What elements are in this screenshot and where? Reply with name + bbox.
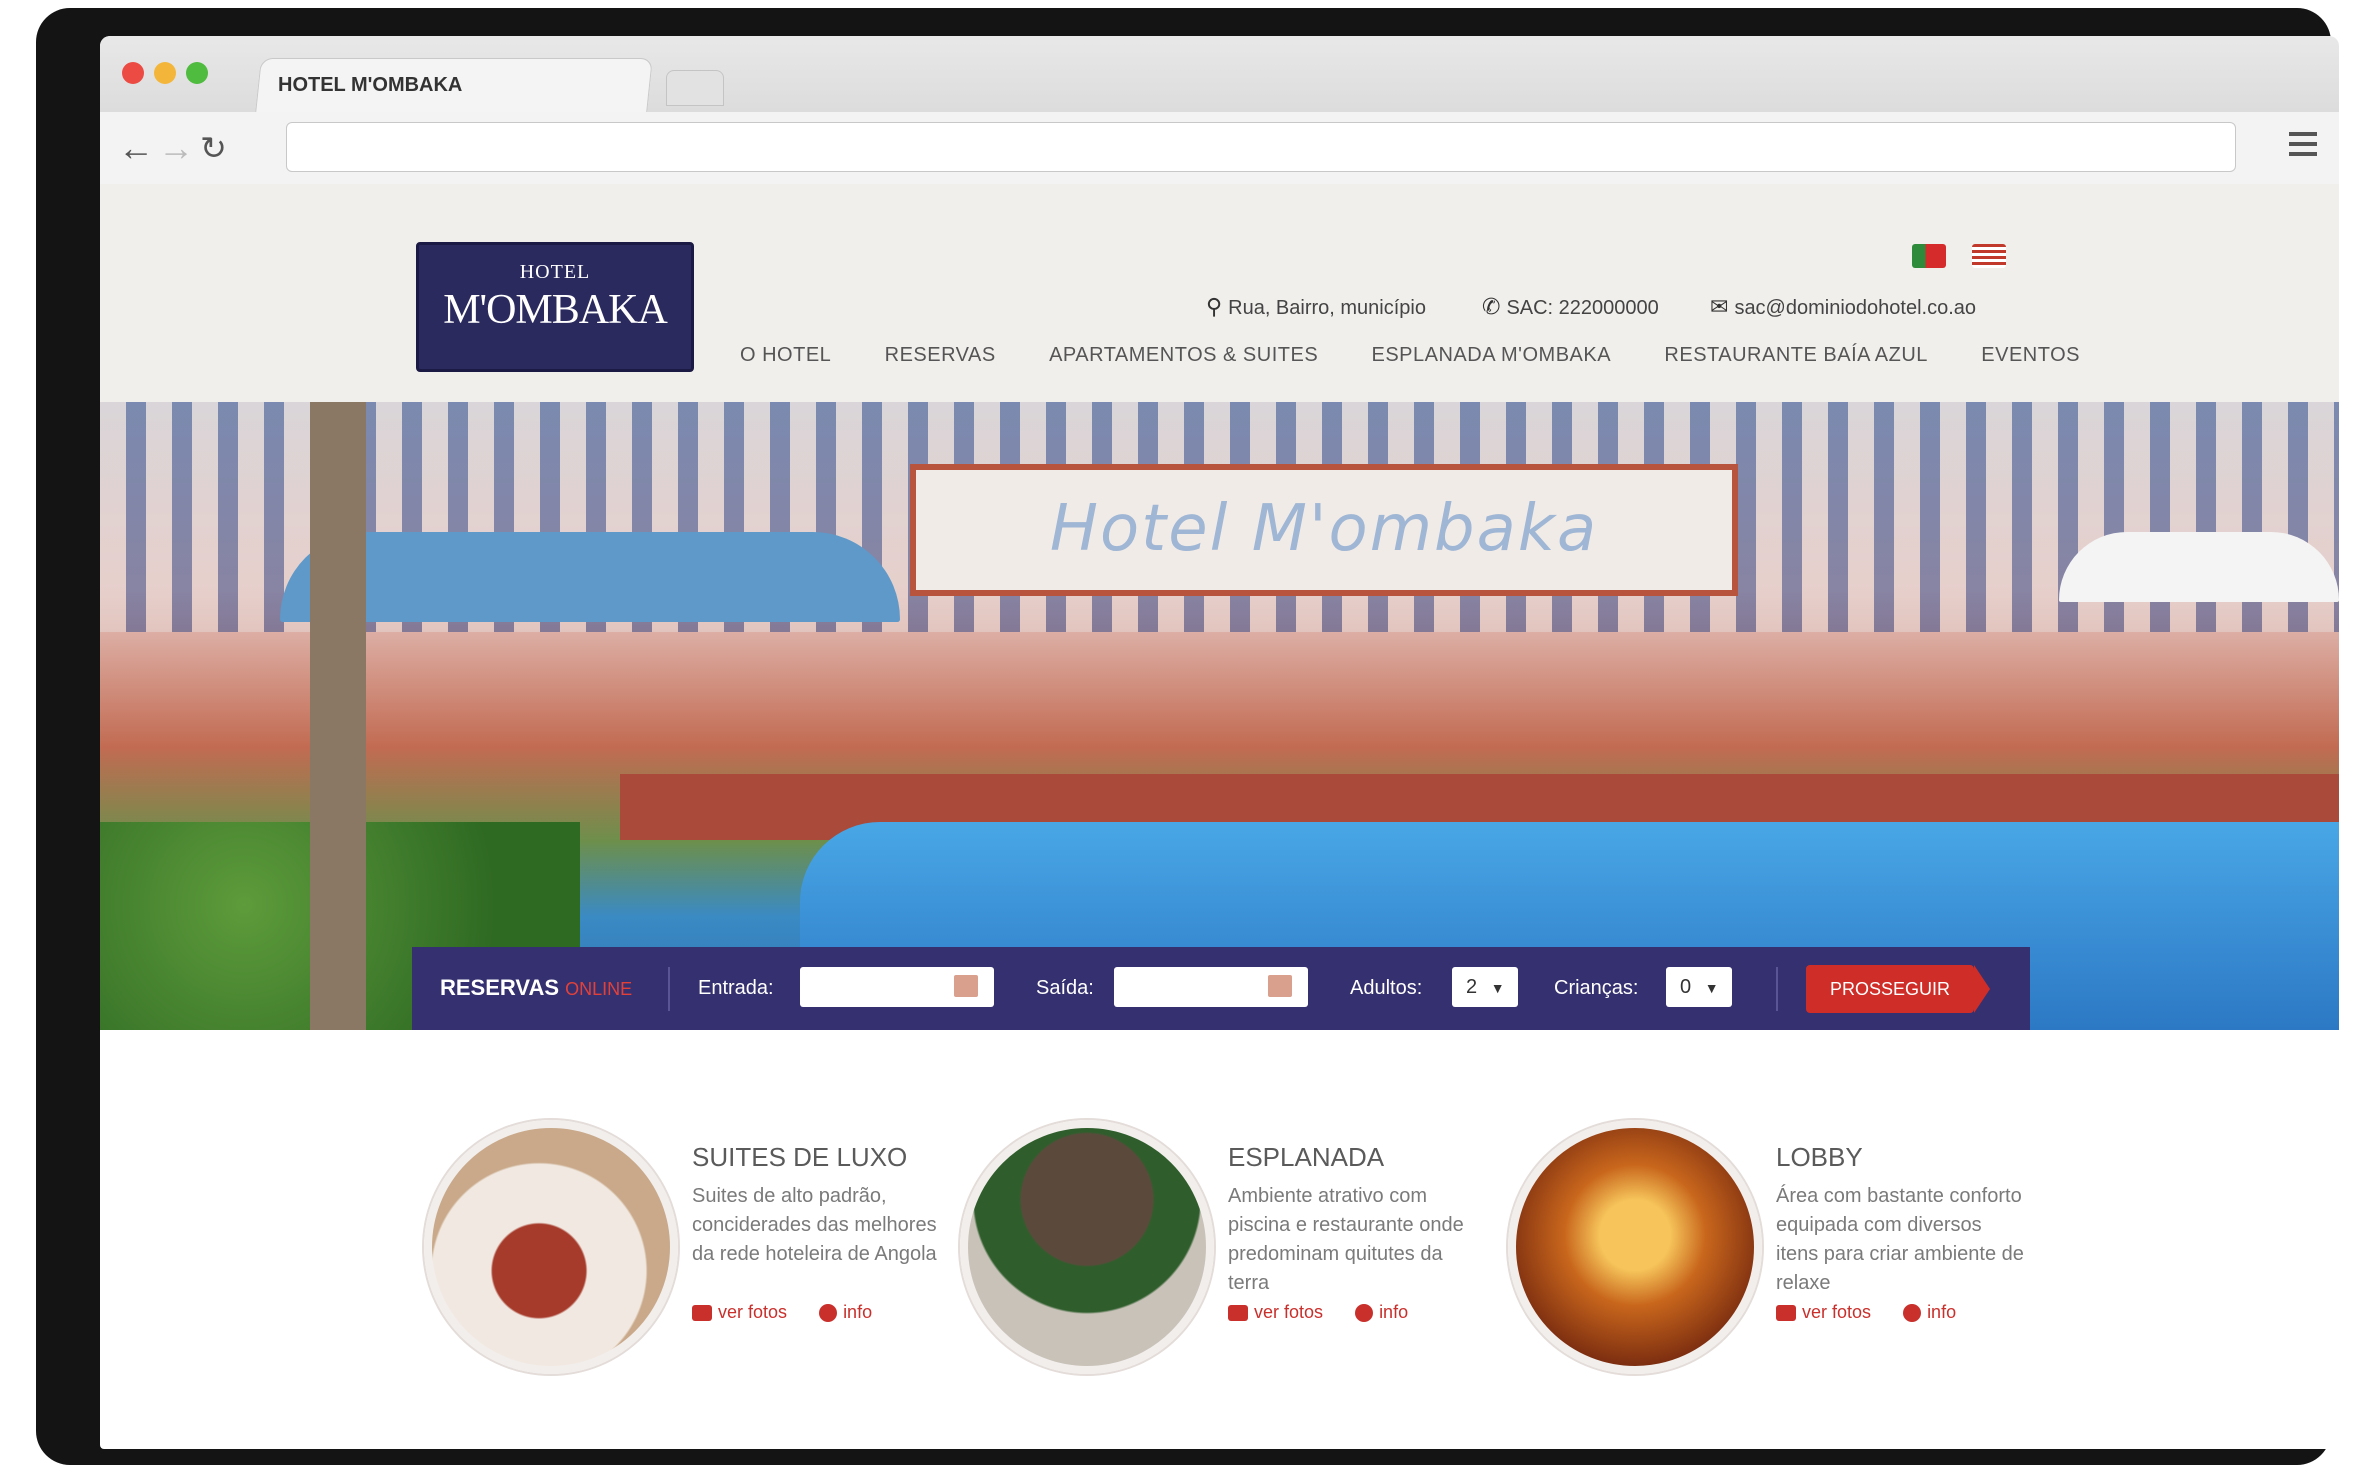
camera-icon: [692, 1305, 712, 1322]
info-link[interactable]: info: [843, 1302, 872, 1322]
device-frame: HOTEL M'OMBAKA ← → ↻ HOTEL M'OMBAKA ⚲ Rua…: [36, 8, 2339, 1465]
nav-item-esplanada[interactable]: ESPLANADA M'OMBAKA: [1372, 344, 1612, 367]
phone-icon: ✆: [1482, 294, 1501, 319]
minimize-window-button[interactable]: [154, 62, 176, 84]
feature-description: Ambiente atrativo com piscina e restaura…: [1228, 1185, 1464, 1294]
feature-esplanada: ESPLANADA Ambiente atrativo com piscina …: [960, 1120, 1520, 1380]
info-icon: [819, 1304, 838, 1323]
feature-links: ver fotos info: [692, 1302, 872, 1323]
browser-tab-title: HOTEL M'OMBAKA: [278, 74, 463, 96]
checkin-label: Entrada:: [698, 977, 774, 999]
nav-item-hotel[interactable]: O HOTEL: [740, 344, 831, 367]
us-flag-icon[interactable]: [1972, 244, 2006, 268]
umbrella-right: [2059, 532, 2339, 602]
phone-contact: ✆ SAC: 222000000: [1482, 294, 1659, 320]
info-icon: [1903, 1304, 1922, 1323]
view-photos-link[interactable]: ver fotos: [1254, 1302, 1323, 1322]
chevron-down-icon: ▼: [1490, 980, 1505, 996]
logo-line2: M'OMBAKA: [443, 287, 668, 333]
adults-select[interactable]: 2 ▼: [1452, 967, 1518, 1007]
checkin-calendar-icon[interactable]: [954, 975, 978, 997]
feature-description: Suites de alto padrão, conciderades das …: [692, 1185, 937, 1265]
info-link[interactable]: info: [1927, 1302, 1956, 1322]
adults-value: 2: [1466, 976, 1478, 998]
adults-label: Adultos:: [1350, 977, 1423, 999]
view-photos-link[interactable]: ver fotos: [1802, 1302, 1871, 1322]
logo-line1: HOTEL: [519, 261, 591, 283]
feature-suites: SUITES DE LUXO Suites de alto padrão, co…: [424, 1120, 984, 1380]
location-pin-icon: ⚲: [1206, 294, 1223, 319]
feature-title: SUITES DE LUXO: [692, 1142, 908, 1172]
nav-item-restaurante[interactable]: RESTAURANTE BAÍA AZUL: [1664, 344, 1928, 367]
nav-item-eventos[interactable]: EVENTOS: [1981, 344, 2080, 367]
umbrella: [280, 532, 900, 622]
forward-arrow-icon[interactable]: →: [158, 130, 194, 166]
info-icon: [1355, 1304, 1374, 1323]
site-header: HOTEL M'OMBAKA ⚲ Rua, Bairro, município ✆…: [100, 184, 2339, 402]
maximize-window-button[interactable]: [186, 62, 208, 84]
children-label: Crianças:: [1554, 977, 1639, 999]
hotel-sign-text: Hotel M'ombaka: [1049, 492, 1599, 566]
address-bar[interactable]: [286, 122, 2236, 172]
feature-links: ver fotos info: [1776, 1302, 1956, 1323]
feature-lobby: LOBBY Área com bastante conforto equipad…: [1508, 1120, 2068, 1380]
feature-title: LOBBY: [1776, 1142, 1863, 1172]
address-text: Rua, Bairro, município: [1228, 297, 1426, 319]
reservation-title-suffix: ONLINE: [565, 979, 633, 999]
suites-photo[interactable]: [424, 1120, 678, 1374]
email-text: sac@dominiodohotel.co.ao: [1734, 297, 1976, 319]
portuguese-flag-icon[interactable]: [1912, 244, 1946, 268]
esplanada-photo[interactable]: [960, 1120, 1214, 1374]
close-window-button[interactable]: [122, 62, 144, 84]
envelope-icon: ✉: [1710, 294, 1729, 319]
feature-links: ver fotos info: [1228, 1302, 1408, 1323]
view-photos-link[interactable]: ver fotos: [718, 1302, 787, 1322]
browser-window: HOTEL M'OMBAKA ← → ↻ HOTEL M'OMBAKA ⚲ Rua…: [100, 36, 2339, 1449]
phone-text: SAC: 222000000: [1506, 297, 1659, 319]
back-arrow-icon[interactable]: ←: [118, 130, 154, 166]
proceed-button[interactable]: PROSSEGUIR: [1806, 965, 1990, 1013]
feature-title: ESPLANADA: [1228, 1142, 1385, 1172]
reload-icon[interactable]: ↻: [200, 130, 227, 166]
email-contact[interactable]: ✉ sac@dominiodohotel.co.ao: [1710, 294, 1976, 320]
divider: [1776, 967, 1778, 1011]
checkout-calendar-icon[interactable]: [1268, 975, 1292, 997]
reservation-bar: RESERVAS ONLINE Entrada: Saída: Adultos:…: [412, 947, 2030, 1030]
main-navigation: O HOTEL RESERVAS APARTAMENTOS & SUITES E…: [740, 344, 2080, 367]
children-value: 0: [1680, 976, 1692, 998]
children-select[interactable]: 0 ▼: [1666, 967, 1732, 1007]
nav-item-apartamentos[interactable]: APARTAMENTOS & SUITES: [1049, 344, 1318, 367]
address-contact: ⚲ Rua, Bairro, município: [1206, 294, 1426, 320]
feature-description: Área com bastante conforto equipada com …: [1776, 1185, 2024, 1294]
chevron-down-icon: ▼: [1704, 980, 1719, 996]
nav-item-reservas[interactable]: RESERVAS: [885, 344, 996, 367]
hotel-logo[interactable]: HOTEL M'OMBAKA: [416, 242, 694, 372]
new-tab-button[interactable]: [666, 70, 724, 106]
reservation-title: RESERVAS ONLINE: [440, 975, 632, 1001]
camera-icon: [1776, 1305, 1796, 1322]
camera-icon: [1228, 1305, 1248, 1322]
info-link[interactable]: info: [1379, 1302, 1408, 1322]
lobby-photo[interactable]: [1508, 1120, 1762, 1374]
checkout-label: Saída:: [1036, 977, 1094, 999]
divider: [668, 967, 670, 1011]
browser-toolbar: ← → ↻: [100, 112, 2339, 185]
hotel-sign: Hotel M'ombaka: [910, 464, 1738, 596]
browser-tabbar: HOTEL M'OMBAKA: [100, 36, 2339, 113]
browser-menu-icon[interactable]: [2289, 132, 2317, 162]
palm-tree: [310, 402, 366, 1030]
reservation-title-main: RESERVAS: [440, 975, 560, 1000]
hero-image: Hotel M'ombaka RESERVAS ONLINE Entrada: …: [100, 402, 2339, 1030]
